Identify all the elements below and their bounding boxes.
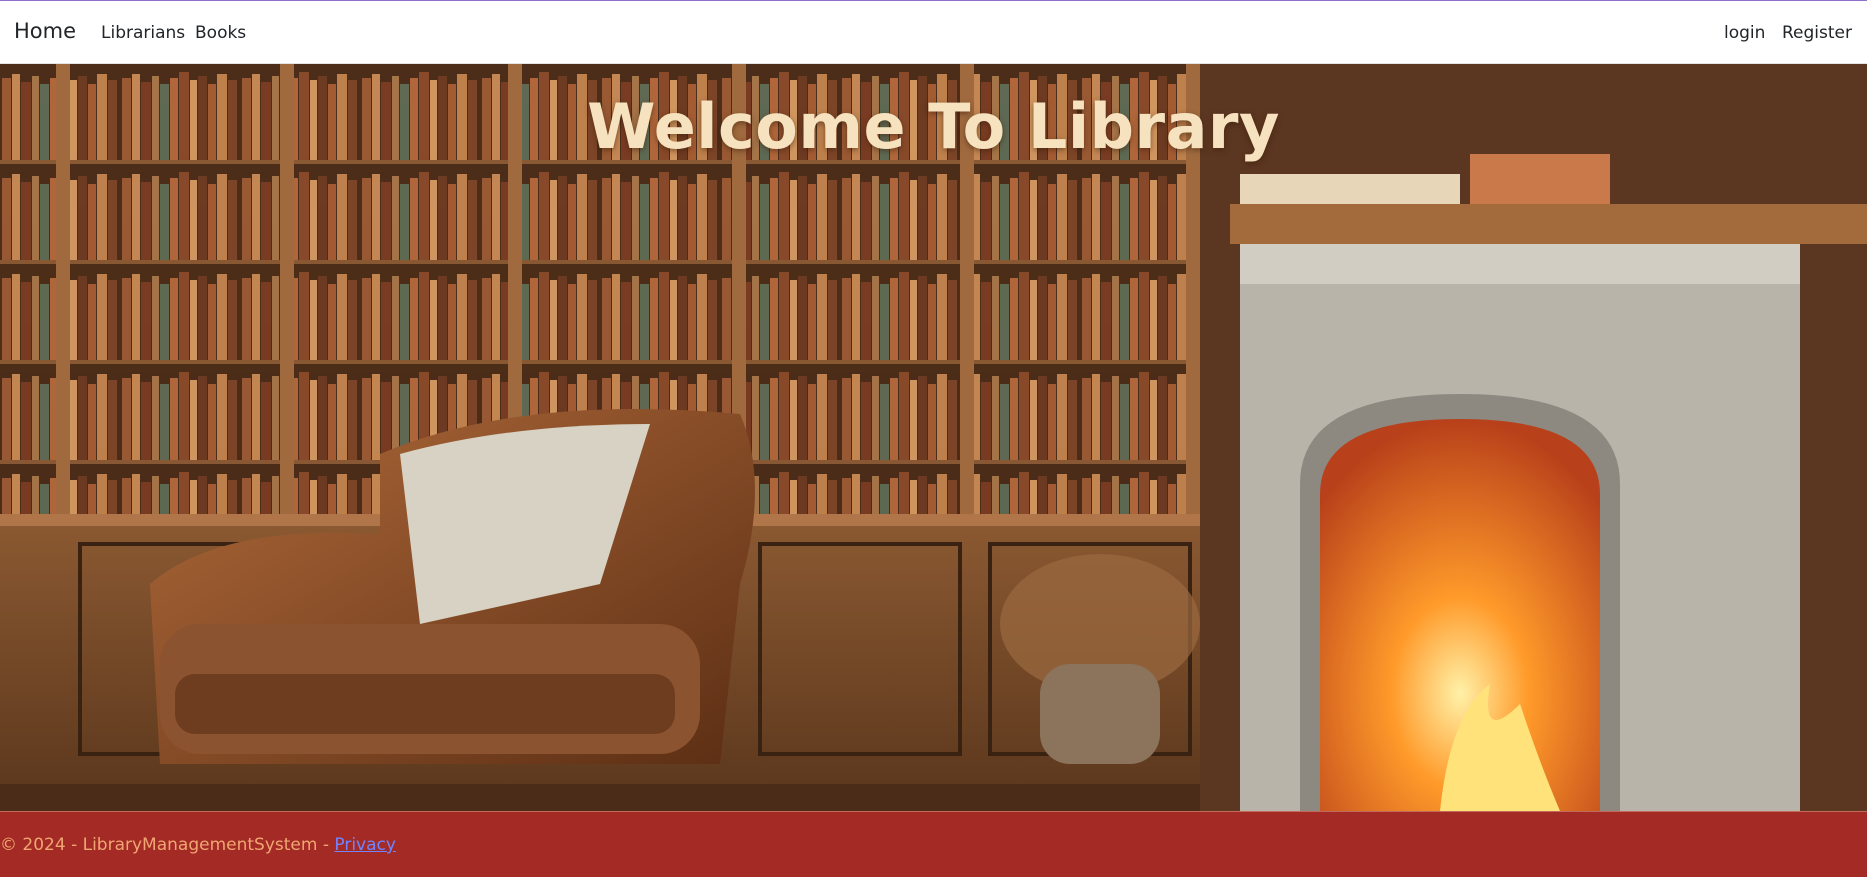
privacy-link[interactable]: Privacy [334,835,396,855]
hero-banner: Welcome To Library [0,64,1867,811]
nav-link-books[interactable]: Books [195,23,246,43]
nav-link-librarians[interactable]: Librarians [101,23,185,43]
home-link[interactable]: Home [14,19,76,43]
login-link[interactable]: login [1724,23,1765,43]
hero-title: Welcome To Library [587,90,1280,163]
top-navbar: Home Librarians Books login Register [0,1,1867,64]
library-room-illustration [0,64,1867,811]
footer-text: © 2024 - LibraryManagementSystem - Priva… [0,835,396,855]
footer-copyright: © 2024 - LibraryManagementSystem - [0,835,335,855]
footer: © 2024 - LibraryManagementSystem - Priva… [0,811,1867,877]
register-link[interactable]: Register [1782,23,1852,43]
